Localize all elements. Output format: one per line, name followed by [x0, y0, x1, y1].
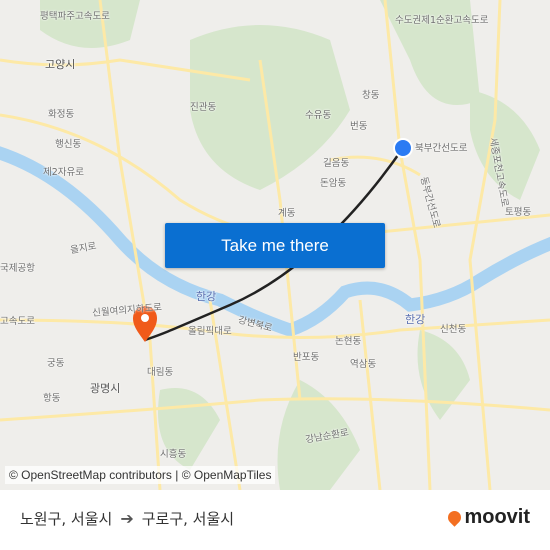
map[interactable]: 평택파주고속도로 수도권제1순환고속도로 고양시 창동 진관동 수유동 번동 화… — [0, 0, 550, 490]
map-label: 논현동 — [335, 336, 362, 347]
map-label: 반포동 — [293, 352, 320, 363]
map-label: 궁동 — [47, 358, 65, 369]
map-label: 광명시 — [90, 382, 121, 395]
map-label: 고속도로 — [0, 316, 35, 327]
footer: 노원구, 서울시 ➔ 구로구, 서울시 moovit — [0, 490, 550, 550]
map-label: 길음동 — [323, 158, 350, 169]
map-label: 행신동 — [55, 139, 82, 150]
map-label: 항동 — [43, 393, 61, 404]
map-label: 대림동 — [147, 367, 174, 378]
moovit-brand-text: moovit — [464, 506, 530, 528]
map-label: 번동 — [350, 121, 368, 132]
map-label: 고양시 — [45, 58, 76, 71]
map-attribution[interactable]: © OpenStreetMap contributors | © OpenMap… — [5, 466, 276, 484]
map-label: 북부간선도로 — [415, 143, 468, 154]
map-label: 국제공항 — [0, 263, 35, 274]
map-label: 창동 — [362, 90, 380, 101]
map-label: 돈암동 — [320, 178, 347, 189]
map-label: 수도권제1순환고속도로 — [395, 15, 489, 26]
map-label: 토평동 — [505, 207, 532, 218]
map-label: 시흥동 — [160, 449, 187, 460]
moovit-pin-icon — [445, 508, 465, 527]
origin-name: 노원구, 서울시 — [20, 510, 113, 528]
moovit-logo[interactable]: moovit — [445, 506, 530, 529]
map-label: 올림픽대로 — [188, 326, 232, 337]
map-label: 진관동 — [190, 102, 217, 113]
map-label: 수유동 — [305, 110, 332, 121]
map-label: 역삼동 — [350, 359, 377, 370]
map-label: 화정동 — [48, 109, 75, 120]
destination-name: 구로구, 서울시 — [141, 510, 235, 528]
map-label: 제2자유로 — [43, 167, 85, 178]
map-label: 계동 — [278, 208, 296, 219]
map-label: 평택파주고속도로 — [40, 11, 110, 22]
map-label: 신천동 — [440, 324, 467, 335]
origin-dot-icon[interactable] — [393, 138, 413, 158]
map-label: 한강 — [196, 290, 217, 303]
arrow-right-icon: ➔ — [120, 509, 134, 528]
route-summary: 노원구, 서울시 ➔ 구로구, 서울시 — [20, 508, 234, 529]
take-me-there-button[interactable]: Take me there — [165, 223, 385, 268]
map-label: 한강 — [405, 313, 426, 326]
